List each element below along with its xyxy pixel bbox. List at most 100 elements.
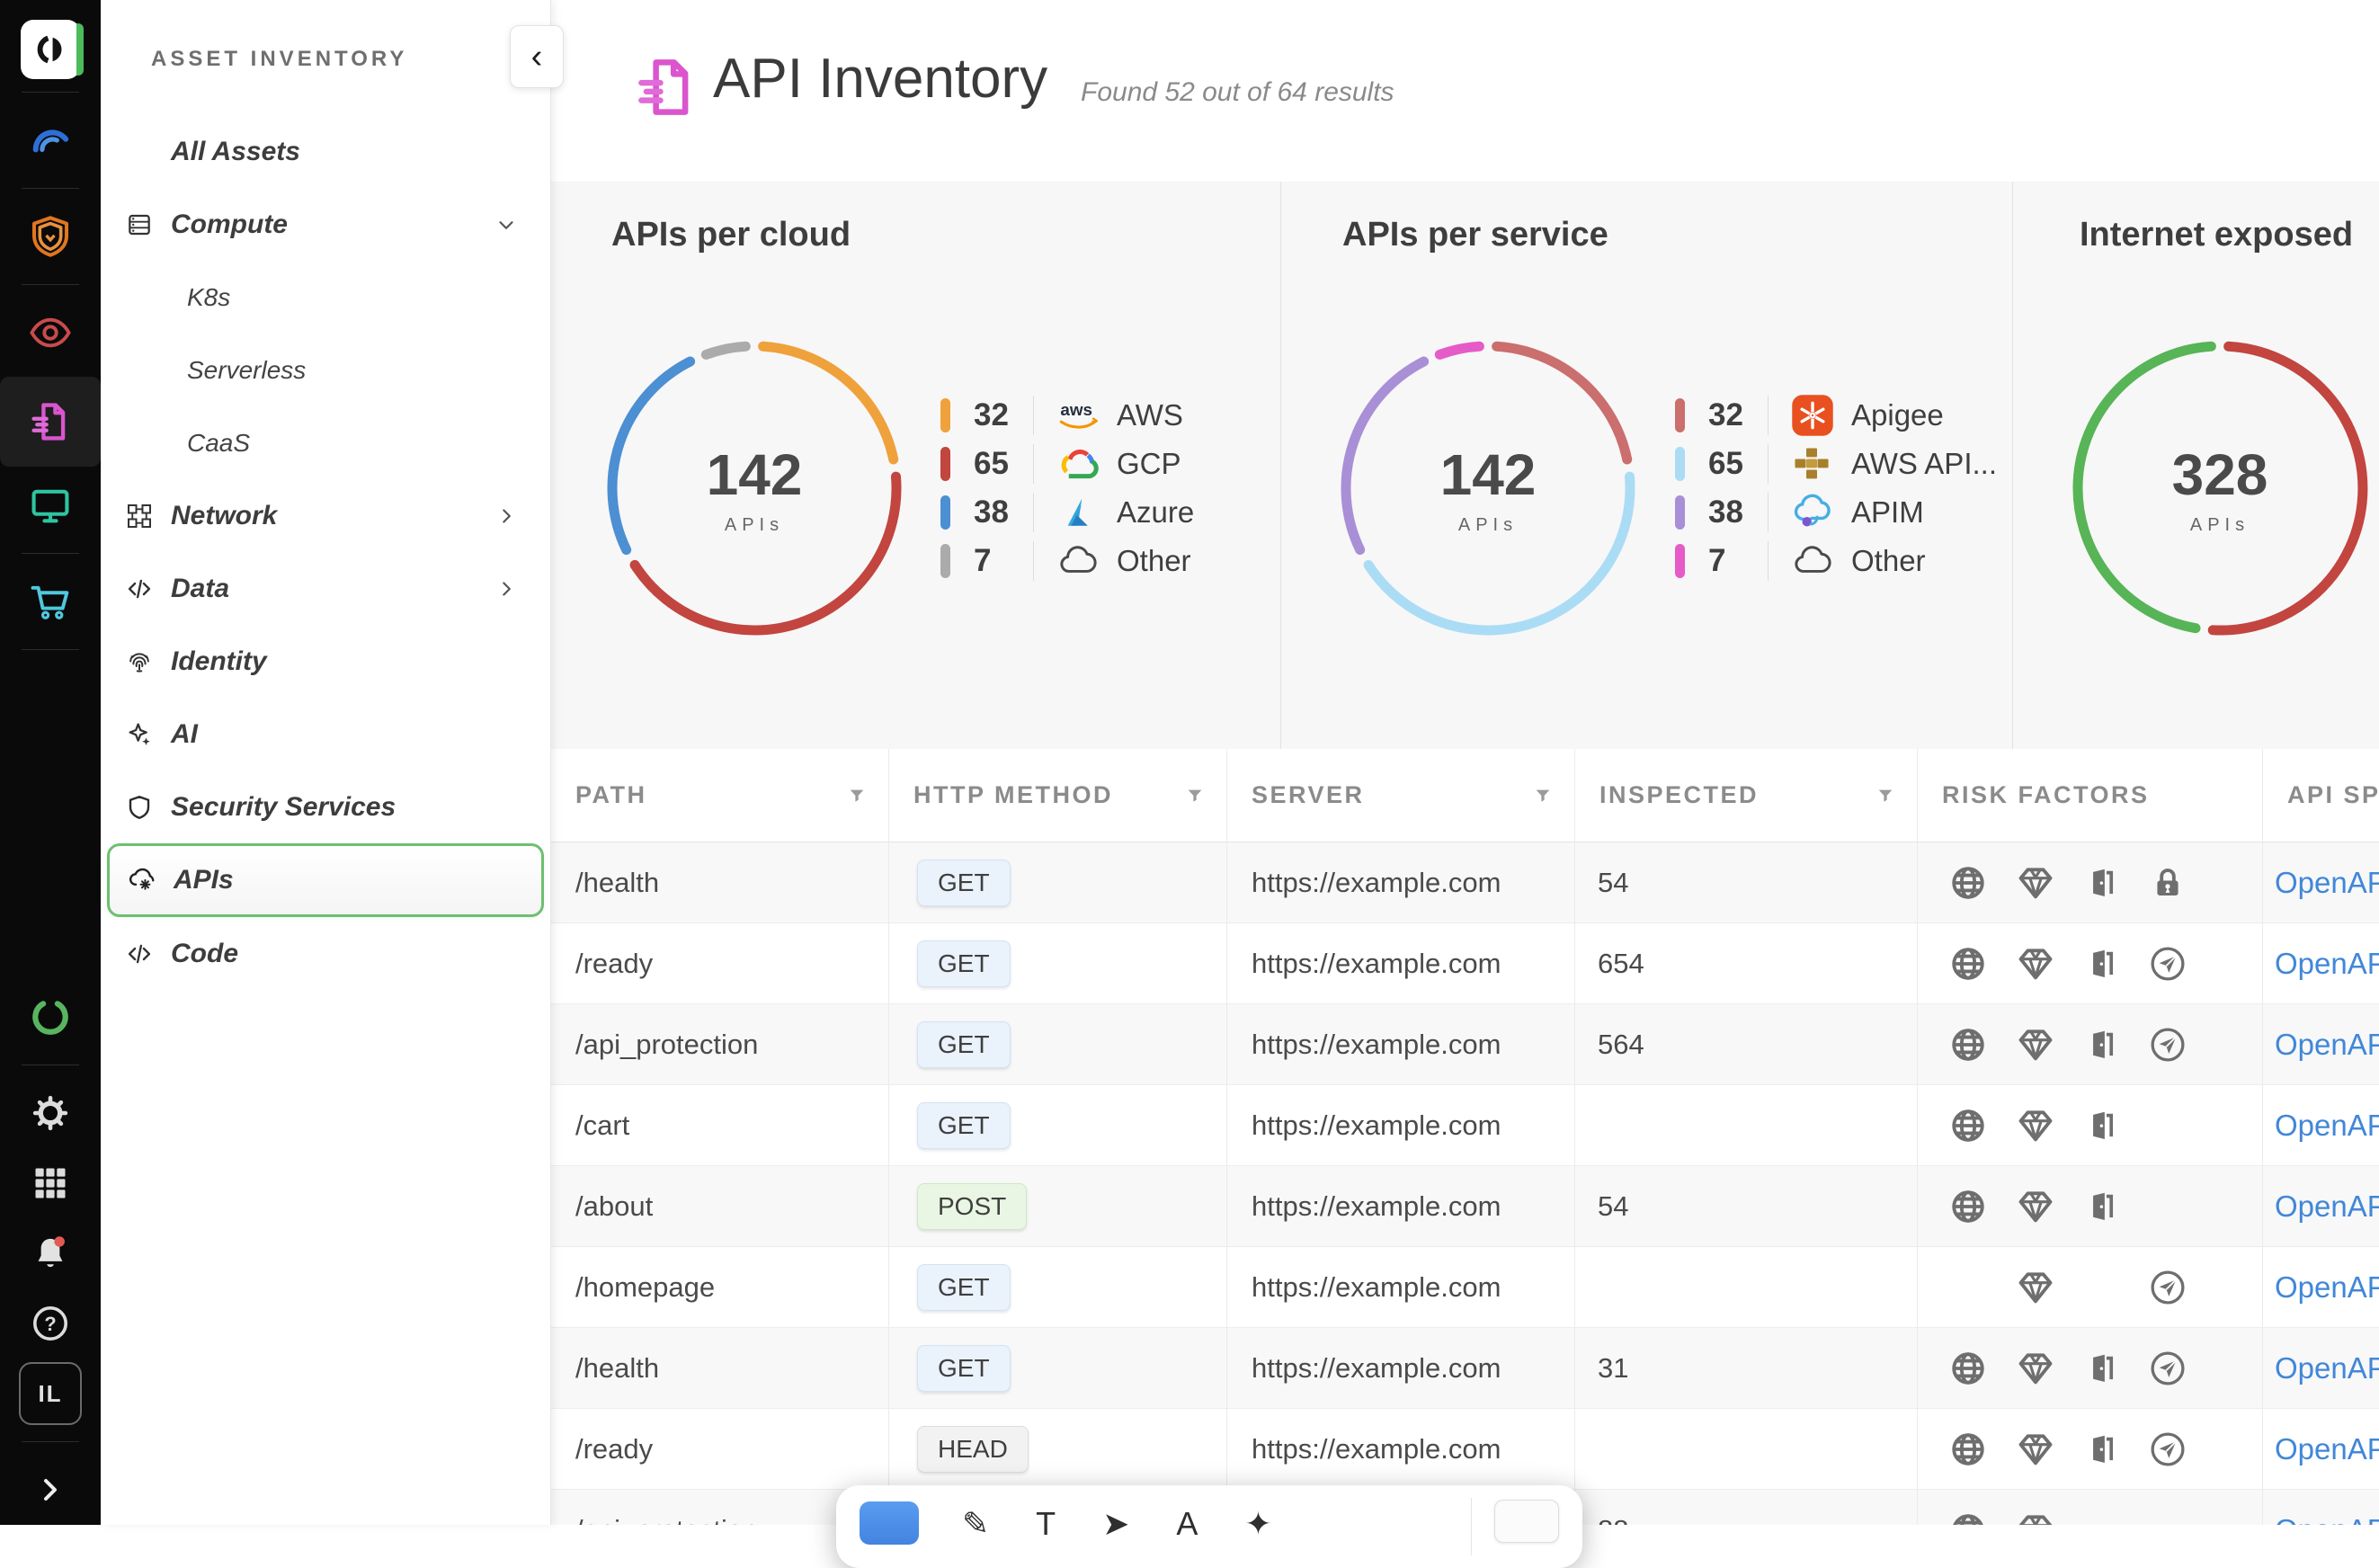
- http-method-badge: GET: [917, 1345, 1011, 1392]
- chart-card-2: Internet exposed328APIs: [2013, 182, 2379, 749]
- table-row[interactable]: /healthGEThttps://example.com31OpenAPI: [550, 1328, 2379, 1409]
- sidebar-collapse-button[interactable]: ‹: [510, 25, 564, 88]
- donut-wrap: 142APIs: [593, 326, 916, 650]
- table-row[interactable]: /aboutPOSThttps://example.com54OpenAPI: [550, 1166, 2379, 1247]
- filter-funnel-icon[interactable]: [1185, 786, 1205, 806]
- user-avatar[interactable]: IL: [0, 1362, 101, 1425]
- cart-icon[interactable]: [0, 570, 101, 633]
- monitor-icon[interactable]: [0, 474, 101, 537]
- filter-funnel-icon[interactable]: [1533, 786, 1553, 806]
- gauge-icon[interactable]: [0, 109, 101, 172]
- shield-orange-icon[interactable]: [0, 205, 101, 268]
- sidebar-item-serverless[interactable]: Serverless: [101, 334, 550, 406]
- sidebar-item-all-assets[interactable]: All Assets: [101, 115, 550, 188]
- sidebar-item-identity[interactable]: Identity: [101, 625, 550, 698]
- http-method-badge: GET: [917, 940, 1011, 987]
- table-row[interactable]: /api_protectionGEThttps://example.com564…: [550, 1004, 2379, 1085]
- http-method-badge: HEAD: [917, 1426, 1029, 1473]
- compute-icon: [124, 209, 155, 240]
- legend-label: Azure: [1117, 495, 1194, 530]
- api-spec-link[interactable]: OpenAPI: [2275, 1513, 2379, 1526]
- help-icon[interactable]: ?: [0, 1292, 101, 1355]
- path-cell: /api_protection: [575, 1514, 758, 1526]
- legend-value: 7: [1708, 543, 1768, 579]
- api-spec-link[interactable]: OpenAPI: [2275, 947, 2379, 981]
- filter-funnel-icon[interactable]: [847, 786, 867, 806]
- crown-jewel-icon: [2014, 1509, 2057, 1526]
- toolbar-cursor-icon[interactable]: ➤: [1102, 1505, 1129, 1543]
- sidebar-item-apis[interactable]: APIs: [107, 843, 544, 917]
- toolbar-panel-button[interactable]: [1494, 1500, 1559, 1543]
- donut-chart-2: [2058, 326, 2379, 650]
- server-cell: https://example.com: [1252, 1352, 1501, 1385]
- gear-icon[interactable]: [0, 1082, 101, 1145]
- legend-item-azure[interactable]: 38Azure: [940, 488, 1194, 537]
- table-row[interactable]: /readyGEThttps://example.com654OpenAPI: [550, 923, 2379, 1004]
- table-row[interactable]: /cartGEThttps://example.comOpenAPI: [550, 1085, 2379, 1166]
- send-icon: [2146, 1428, 2189, 1471]
- api-spec-link[interactable]: OpenAPI: [2275, 1432, 2379, 1466]
- toolbar-shape-icon[interactable]: A: [1176, 1505, 1198, 1543]
- api-spec-link[interactable]: OpenAPI: [2275, 1189, 2379, 1224]
- legend-item-apim[interactable]: 38APIM: [1675, 488, 1997, 537]
- send-icon: [2146, 1023, 2189, 1066]
- sidebar-item-k8s[interactable]: K8s: [101, 261, 550, 334]
- send-icon: [2146, 942, 2189, 985]
- donut-segment-1: [2078, 346, 2211, 628]
- toolbar-sparkle-icon[interactable]: ✦: [1244, 1505, 1271, 1543]
- sidebar-item-security-services[interactable]: Security Services: [101, 771, 550, 843]
- inspected-cell: 54: [1598, 867, 1628, 899]
- legend-item-gcp[interactable]: 65GCP: [940, 440, 1194, 488]
- api-spec-link[interactable]: OpenAPI: [2275, 1028, 2379, 1062]
- api-spec-link[interactable]: OpenAPI: [2275, 1109, 2379, 1143]
- eye-icon[interactable]: [0, 301, 101, 364]
- toolbar-pen-icon[interactable]: ✎: [962, 1505, 989, 1543]
- server-cell: https://example.com: [1252, 1271, 1501, 1304]
- legend-item-aws-api-[interactable]: 65AWS API...: [1675, 440, 1997, 488]
- apps-grid-icon[interactable]: [0, 1152, 101, 1215]
- api-page-icon: [631, 52, 701, 127]
- chevron-right-icon[interactable]: [0, 1458, 101, 1521]
- sidebar-item-ai[interactable]: AI: [101, 698, 550, 771]
- sidebar-item-data[interactable]: Data: [101, 552, 550, 625]
- donut-segment-0: [2213, 346, 2363, 630]
- api-spec-link[interactable]: OpenAPI: [2275, 1270, 2379, 1305]
- legend-item-apigee[interactable]: 32Apigee: [1675, 391, 1997, 440]
- column-header-label: PATH: [575, 781, 647, 809]
- app-logo[interactable]: [21, 20, 80, 79]
- sidebar-item-caas[interactable]: CaaS: [101, 406, 550, 479]
- bell-icon[interactable]: [0, 1222, 101, 1285]
- crown-jewel-icon: [2014, 1023, 2057, 1066]
- table-row[interactable]: /readyHEADhttps://example.comOpenAPI: [550, 1409, 2379, 1490]
- toolbar-primary-button[interactable]: [860, 1501, 919, 1545]
- page-header: API Inventory Found 52 out of 64 results: [550, 0, 2379, 183]
- server-cell: https://example.com: [1252, 1109, 1501, 1142]
- path-cell: /about: [575, 1190, 653, 1223]
- legend-color-chip: [940, 495, 950, 530]
- legend-item-other[interactable]: 7Other: [940, 537, 1194, 585]
- server-cell: https://example.com: [1252, 1029, 1501, 1061]
- filter-funnel-icon[interactable]: [1876, 786, 1895, 806]
- toolbar-text-tool-icon[interactable]: T: [1036, 1505, 1056, 1543]
- internet-facing-icon: [1947, 1023, 1990, 1066]
- api-doc-icon[interactable]: [0, 377, 101, 467]
- server-cell: https://example.com: [1252, 1190, 1501, 1223]
- legend-item-other[interactable]: 7Other: [1675, 537, 1997, 585]
- sidebar-item-network[interactable]: Network: [101, 479, 550, 552]
- table-row[interactable]: /homepageGEThttps://example.comOpenAPI: [550, 1247, 2379, 1328]
- server-cell: https://example.com: [1252, 867, 1501, 899]
- sidebar-item-compute[interactable]: Compute: [101, 188, 550, 261]
- legend-item-aws[interactable]: 32awsAWS: [940, 391, 1194, 440]
- open-door-icon: [2080, 1428, 2123, 1471]
- sidebar-item-label: Identity: [171, 646, 267, 677]
- table-row[interactable]: /healthGEThttps://example.com54OpenAPI: [550, 842, 2379, 923]
- send-icon: [2146, 1347, 2189, 1390]
- api-spec-link[interactable]: OpenAPI: [2275, 1351, 2379, 1385]
- charts-band: APIs per cloud142APIs32awsAWS65GCP38Azur…: [550, 182, 2379, 750]
- toolbar-divider: [1471, 1498, 1472, 1555]
- legend-color-chip: [1675, 398, 1685, 432]
- api-spec-link[interactable]: OpenAPI: [2275, 866, 2379, 900]
- legend-label: AWS: [1117, 398, 1183, 432]
- sidebar-item-code[interactable]: Code: [101, 917, 550, 990]
- loop-icon[interactable]: [0, 985, 101, 1048]
